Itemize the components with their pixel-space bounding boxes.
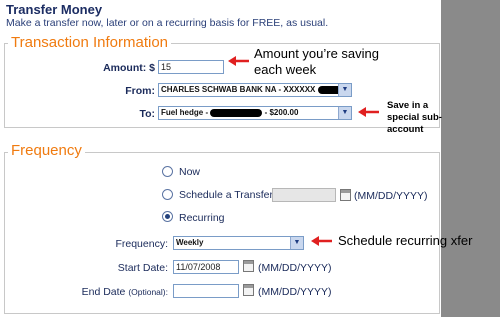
- to-annotation: Save in a special sub-account: [387, 100, 442, 135]
- page-subtitle: Make a transfer now, later or on a recur…: [6, 17, 329, 29]
- end-date-label: End Date (Optional):: [60, 286, 168, 298]
- frequency-select-value: Weekly: [176, 238, 204, 247]
- date-format-hint: (MM/DD/YYYY): [354, 190, 428, 202]
- from-select-value: CHARLES SCHWAB BANK NA - XXXXXX: [161, 85, 316, 94]
- radio-now-label: Now: [179, 166, 201, 178]
- start-date-input[interactable]: [173, 260, 239, 274]
- start-date-label: Start Date:: [117, 262, 168, 274]
- radio-recurring[interactable]: [162, 211, 173, 222]
- amount-input[interactable]: [158, 60, 224, 74]
- calendar-icon[interactable]: [340, 189, 351, 201]
- to-select-suffix: - $200.00: [264, 108, 299, 117]
- amount-annotation: Amount you’re saving each week: [254, 46, 380, 77]
- date-format-hint: (MM/DD/YYYY): [258, 262, 332, 274]
- arrow-left-icon: [358, 107, 379, 117]
- end-date-optional: (Optional):: [128, 287, 168, 297]
- arrow-left-icon: [311, 236, 332, 246]
- date-format-hint: (MM/DD/YYYY): [258, 286, 332, 298]
- arrow-left-icon: [228, 56, 249, 66]
- chevron-down-icon: ▼: [290, 237, 303, 249]
- to-select-prefix: Fuel hedge -: [161, 108, 209, 117]
- radio-schedule-label: Schedule a Transfer: [179, 189, 273, 201]
- frequency-legend: Frequency: [8, 142, 85, 159]
- radio-recurring-label: Recurring: [179, 212, 225, 224]
- side-panel: [441, 0, 500, 317]
- transaction-legend: Transaction Information: [8, 34, 172, 51]
- frequency-annotation: Schedule recurring xfer: [338, 233, 473, 248]
- from-label: From:: [125, 85, 155, 97]
- end-date-input[interactable]: [173, 284, 239, 298]
- frequency-label: Frequency:: [115, 238, 168, 250]
- to-select[interactable]: Fuel hedge - - $200.00 ▼: [158, 106, 352, 120]
- from-select[interactable]: CHARLES SCHWAB BANK NA - XXXXXX ▼: [158, 83, 352, 97]
- chevron-down-icon: ▼: [338, 84, 351, 96]
- chevron-down-icon: ▼: [338, 107, 351, 119]
- page-title: Transfer Money: [6, 2, 103, 17]
- schedule-date-input[interactable]: [272, 188, 336, 202]
- radio-schedule[interactable]: [162, 189, 173, 200]
- amount-label: Amount: $: [103, 62, 155, 74]
- radio-now[interactable]: [162, 166, 173, 177]
- calendar-icon[interactable]: [243, 260, 254, 272]
- calendar-icon[interactable]: [243, 284, 254, 296]
- end-date-label-text: End Date: [81, 286, 126, 298]
- to-label: To:: [139, 108, 155, 120]
- redacted-mark: [210, 108, 263, 117]
- frequency-select[interactable]: Weekly ▼: [173, 236, 304, 250]
